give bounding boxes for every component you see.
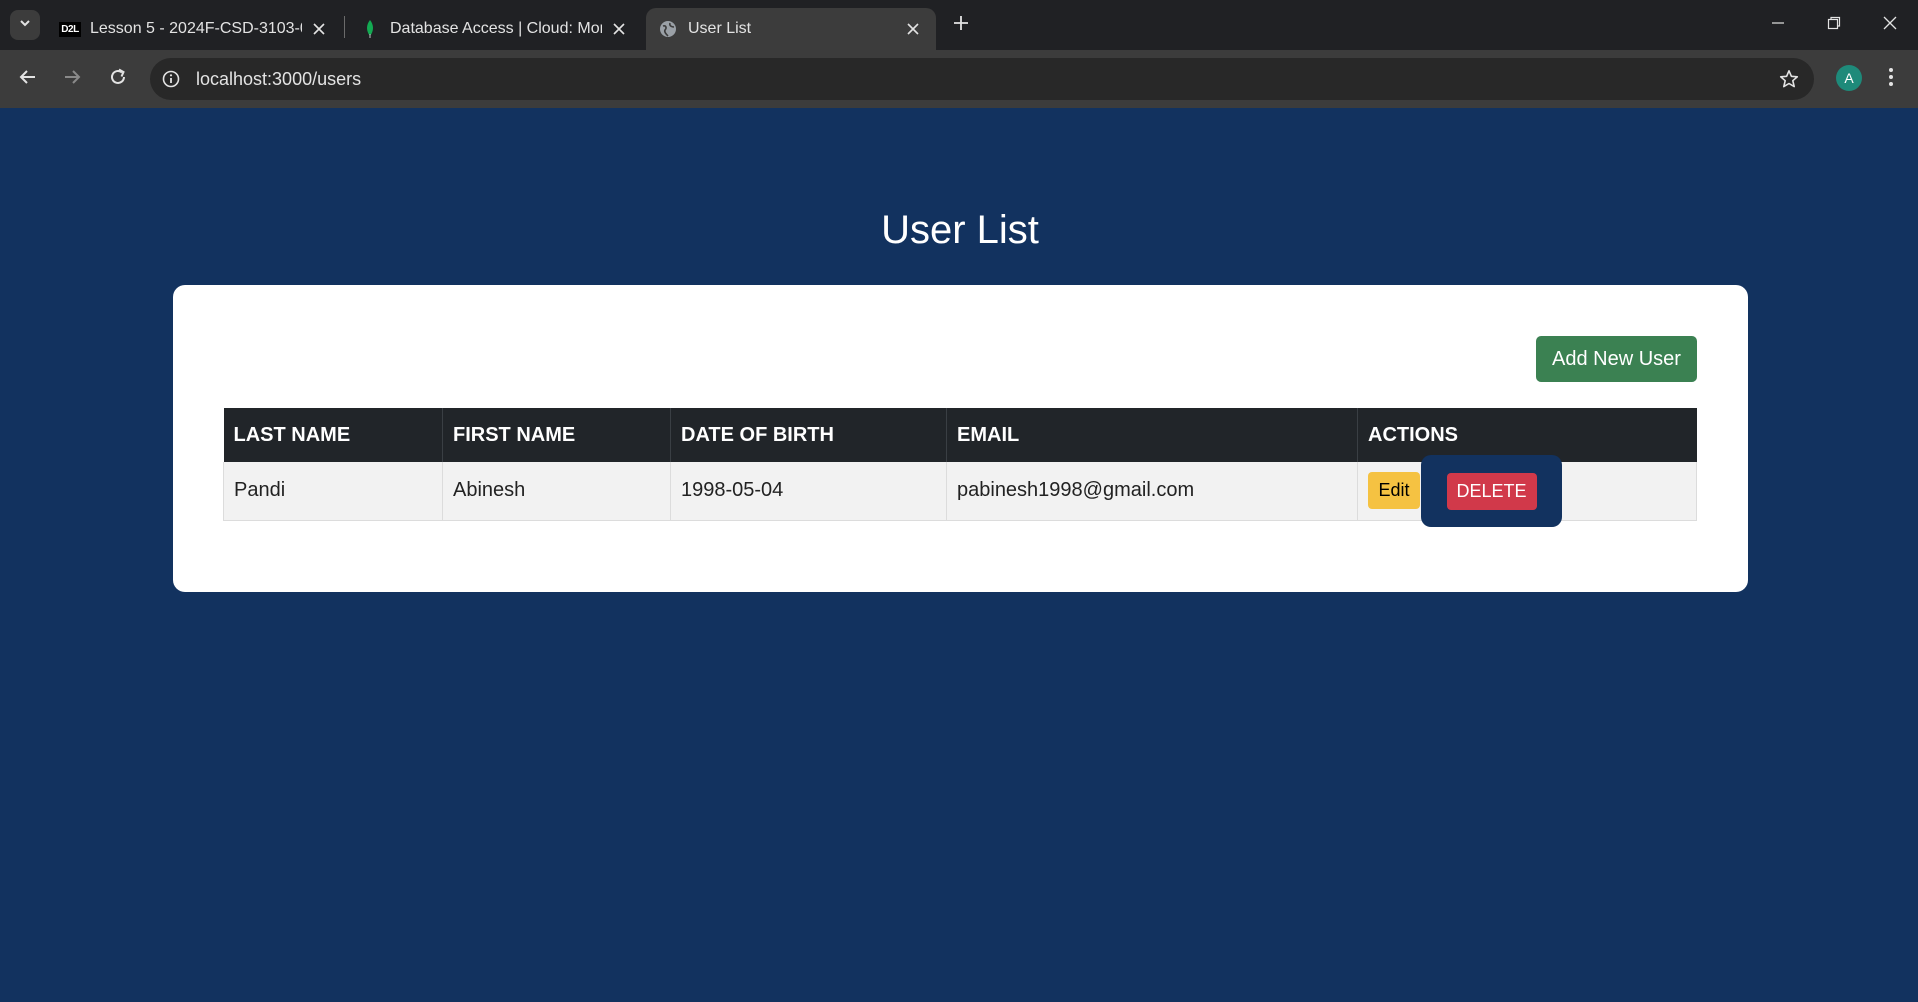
- mongodb-leaf-icon: [360, 19, 380, 39]
- delete-button-highlight: DELETE: [1421, 455, 1562, 527]
- reload-button[interactable]: [103, 64, 133, 94]
- cell-email: pabinesh1998@gmail.com: [946, 462, 1358, 521]
- tab-title: User List: [688, 20, 752, 37]
- column-header-last-name: LAST NAME: [223, 408, 443, 462]
- tab-strip: D2L Lesson 5 - 2024F-CSD-3103-02 Databas…: [0, 0, 1918, 50]
- users-table: LAST NAME FIRST NAME DATE OF BIRTH EMAIL…: [223, 408, 1697, 527]
- column-header-first-name: FIRST NAME: [442, 408, 671, 462]
- tab-lesson[interactable]: D2L Lesson 5 - 2024F-CSD-3103-02: [50, 8, 340, 50]
- close-icon: [1883, 16, 1897, 35]
- globe-icon: [658, 19, 678, 39]
- arrow-left-icon: [19, 68, 37, 91]
- tab-separator: [344, 16, 345, 38]
- browser-menu-button[interactable]: [1880, 64, 1902, 94]
- minimize-button[interactable]: [1758, 10, 1798, 40]
- back-button[interactable]: [13, 64, 43, 94]
- plus-icon: [953, 15, 969, 36]
- add-new-user-button[interactable]: Add New User: [1536, 336, 1697, 382]
- close-icon[interactable]: [608, 18, 630, 40]
- column-header-email: EMAIL: [946, 408, 1358, 462]
- address-bar[interactable]: localhost:3000/users: [150, 58, 1814, 100]
- column-header-actions: ACTIONS: [1357, 408, 1697, 462]
- profile-avatar[interactable]: A: [1836, 65, 1862, 91]
- more-vertical-icon: [1888, 67, 1894, 92]
- close-icon[interactable]: [902, 18, 924, 40]
- restore-button[interactable]: [1814, 10, 1854, 40]
- edit-button[interactable]: Edit: [1368, 472, 1420, 510]
- cell-last-name: Pandi: [223, 462, 443, 521]
- cell-actions: Edit DELETE: [1357, 455, 1697, 527]
- tab-title: Database Access | Cloud: MongoDB: [390, 20, 602, 37]
- restore-icon: [1827, 16, 1841, 35]
- table-header-row: LAST NAME FIRST NAME DATE OF BIRTH EMAIL…: [223, 408, 1697, 462]
- cell-first-name: Abinesh: [442, 462, 671, 521]
- close-icon[interactable]: [308, 18, 330, 40]
- url-text[interactable]: localhost:3000/users: [196, 69, 361, 90]
- forward-button[interactable]: [57, 64, 87, 94]
- chevron-down-icon: [18, 16, 32, 35]
- page-title: User List: [881, 208, 1039, 252]
- cell-date-of-birth: 1998-05-04: [670, 462, 947, 521]
- tab-search-button[interactable]: [10, 10, 40, 40]
- users-card: Add New User LAST NAME FIRST NAME DATE O…: [173, 285, 1748, 592]
- page-content: User List Add New User LAST NAME FIRST N…: [0, 108, 1918, 1002]
- star-icon[interactable]: [1778, 68, 1800, 90]
- minimize-icon: [1771, 16, 1785, 35]
- new-tab-button[interactable]: [948, 12, 974, 38]
- close-window-button[interactable]: [1870, 10, 1910, 40]
- info-icon[interactable]: [160, 68, 182, 90]
- column-header-date-of-birth: DATE OF BIRTH: [670, 408, 947, 462]
- browser-toolbar: localhost:3000/users A: [0, 50, 1918, 108]
- table-row: Pandi Abinesh 1998-05-04 pabinesh1998@gm…: [223, 455, 1697, 527]
- delete-button[interactable]: DELETE: [1446, 472, 1537, 510]
- arrow-right-icon: [63, 68, 81, 91]
- avatar-initial: A: [1844, 70, 1854, 86]
- d2l-icon: D2L: [59, 21, 81, 37]
- reload-icon: [109, 68, 127, 91]
- tab-title: Lesson 5 - 2024F-CSD-3103-02: [90, 20, 302, 37]
- tab-user-list[interactable]: User List: [646, 8, 936, 50]
- tab-database-access[interactable]: Database Access | Cloud: MongoDB: [350, 8, 640, 50]
